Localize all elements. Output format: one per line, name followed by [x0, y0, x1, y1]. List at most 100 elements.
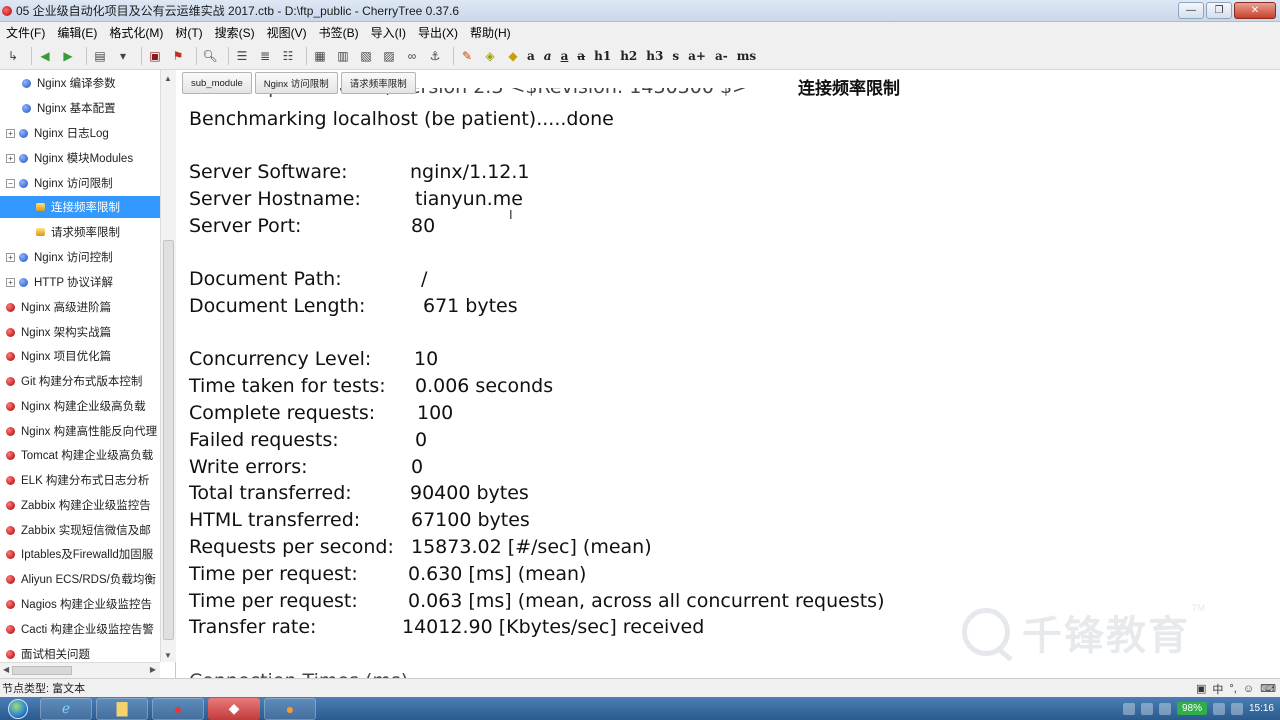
tree-node-zabbix-monitor[interactable]: Zabbix 构建企业级监控告 [0, 494, 160, 516]
tree-node-elk[interactable]: ELK 构建分布式日志分析 [0, 469, 160, 491]
scroll-down-icon[interactable]: ▼ [164, 651, 172, 660]
format-bold-color-icon[interactable]: ✎ [458, 47, 476, 65]
go-back-icon[interactable]: ◀ [36, 47, 54, 65]
tree-node-nginx-access-control[interactable]: + Nginx 访问控制 [0, 246, 160, 268]
insert-link-icon[interactable]: ∞ [403, 47, 421, 65]
tree-node-nginx-architecture[interactable]: Nginx 架构实战篇 [0, 321, 160, 343]
tree-node-http-protocol[interactable]: + HTTP 协议详解 [0, 271, 160, 293]
close-button[interactable]: ✕ [1234, 2, 1276, 19]
save-icon[interactable]: ▣ [146, 47, 164, 65]
start-button[interactable] [0, 697, 36, 720]
bulleted-list-icon[interactable]: ☰ [233, 47, 251, 65]
breadcrumb-item[interactable]: sub_module [182, 72, 252, 94]
find-icon[interactable]: 🔍︎ [201, 47, 219, 65]
tree-node-nginx-modules[interactable]: + Nginx 模块Modules [0, 147, 160, 169]
tree-node-req-rate-limit[interactable]: 请求频率限制 [0, 221, 160, 243]
expand-icon[interactable]: + [6, 277, 15, 287]
taskbar-explorer[interactable]: ▇ [96, 697, 148, 720]
network-icon[interactable] [1158, 702, 1171, 715]
scroll-left-icon[interactable]: ◀ [3, 665, 9, 674]
foreground-color-icon[interactable]: ◈ [481, 47, 499, 65]
expand-icon[interactable]: + [6, 252, 15, 262]
small-text-icon[interactable]: s [672, 49, 679, 63]
collapse-icon[interactable]: − [6, 178, 15, 188]
minimize-button[interactable]: — [1178, 2, 1204, 19]
superscript-icon[interactable]: a+ [688, 49, 706, 63]
tree-node-aliyun[interactable]: Aliyun ECS/RDS/负载均衡 [0, 568, 160, 590]
tree-node-nginx-optimization[interactable]: Nginx 项目优化篇 [0, 345, 160, 367]
heading3-icon[interactable]: h3 [646, 49, 663, 63]
maximize-button[interactable]: ❐ [1206, 2, 1232, 19]
menu-view[interactable]: 视图(V) [261, 24, 313, 41]
menu-format[interactable]: 格式化(M) [103, 24, 169, 41]
taskbar-active-app[interactable]: ◆ [208, 697, 260, 720]
tree-add-icon[interactable]: ↳ [4, 47, 22, 65]
tree-node-conn-rate-limit[interactable]: 连接频率限制 [0, 196, 160, 218]
menu-file[interactable]: 文件(F) [0, 24, 51, 41]
tree-node-cacti[interactable]: Cacti 构建企业级监控告警 [0, 618, 160, 640]
tree-node-nagios[interactable]: Nagios 构建企业级监控告 [0, 593, 160, 615]
bold-icon[interactable]: a [527, 49, 535, 63]
breadcrumb-item[interactable]: 请求频率限制 [340, 72, 416, 94]
tree-node-zabbix-sms[interactable]: Zabbix 实现短信微信及邮 [0, 519, 160, 541]
tree-node-nginx-log[interactable]: + Nginx 日志Log [0, 122, 160, 144]
export-pdf-icon[interactable]: ⚑ [169, 47, 187, 65]
expand-icon[interactable]: + [6, 128, 15, 138]
tree-node-git[interactable]: Git 构建分布式版本控制 [0, 370, 160, 392]
insert-anchor-icon[interactable]: ⚓︎ [426, 47, 444, 65]
tree-node-nginx-high-load[interactable]: Nginx 构建企业级高负载 [0, 395, 160, 417]
tree-node-nginx-basic[interactable]: Nginx 基本配置 [0, 97, 160, 119]
subscript-icon[interactable]: a- [715, 49, 728, 63]
menu-help[interactable]: 帮助(H) [464, 24, 517, 41]
tree-node-iptables[interactable]: Iptables及Firewalld加固服 [0, 543, 160, 565]
menu-tree[interactable]: 树(T) [169, 24, 208, 41]
ime-punct[interactable]: °, [1229, 683, 1236, 695]
todo-list-icon[interactable]: ☷ [279, 47, 297, 65]
insert-codebox-icon[interactable]: ▧ [357, 47, 375, 65]
menu-import[interactable]: 导入(I) [365, 24, 412, 41]
flag-icon[interactable] [1212, 702, 1225, 715]
scrollbar-thumb[interactable] [12, 666, 72, 675]
scroll-right-icon[interactable]: ▶ [150, 665, 156, 674]
tree-node-nginx-advanced[interactable]: Nginx 高级进阶篇 [0, 296, 160, 318]
ime-logo-icon[interactable]: ▣ [1196, 682, 1206, 695]
battery-indicator[interactable]: 98% [1176, 702, 1207, 715]
italic-icon[interactable]: a [544, 49, 552, 63]
tree-node-nginx-reverse-proxy[interactable]: Nginx 构建高性能反向代理 [0, 420, 160, 442]
ime-mode[interactable]: 中 [1212, 681, 1223, 697]
menu-export[interactable]: 导出(X) [412, 24, 464, 41]
expand-icon[interactable]: + [6, 153, 15, 163]
breadcrumb-item[interactable]: Nginx 访问限制 [254, 72, 338, 94]
tree-vertical-scrollbar[interactable]: ▲ ▼ [160, 70, 176, 662]
monospace-icon[interactable]: ms [737, 49, 756, 63]
tree-node-nginx-compile[interactable]: Nginx 编译参数 [0, 72, 160, 94]
tree-node-nginx-access-limit[interactable]: − Nginx 访问限制 [0, 172, 160, 194]
underline-icon[interactable]: a [561, 49, 569, 63]
help-icon[interactable] [1140, 702, 1153, 715]
heading2-icon[interactable]: h2 [620, 49, 637, 63]
ime-keyboard-icon[interactable]: ⌨ [1260, 682, 1276, 695]
strikethrough-icon[interactable]: a [577, 49, 585, 63]
insert-file-icon[interactable]: ▨ [380, 47, 398, 65]
menu-bookmarks[interactable]: 书签(B) [313, 24, 365, 41]
numbered-list-icon[interactable]: ≣ [256, 47, 274, 65]
taskbar-ie[interactable]: ℯ [40, 697, 92, 720]
tray-app-icon[interactable] [1122, 702, 1135, 715]
menu-search[interactable]: 搜索(S) [209, 24, 261, 41]
scroll-up-icon[interactable]: ▲ [164, 74, 172, 83]
tree-node-tomcat[interactable]: Tomcat 构建企业级高负载 [0, 444, 160, 466]
rich-text-editor[interactable]: sub_module Nginx 访问限制 请求频率限制 连接频率限制 This… [176, 70, 1280, 678]
menu-edit[interactable]: 编辑(E) [51, 24, 103, 41]
clock[interactable]: 15:16 [1249, 703, 1274, 714]
ime-emoji-icon[interactable]: ☺ [1243, 683, 1254, 695]
editor-vertical-scrollbar[interactable] [1270, 70, 1280, 678]
taskbar-firefox[interactable]: ● [264, 697, 316, 720]
tree-horizontal-scrollbar[interactable]: ◀ ▶ [0, 662, 160, 678]
background-color-icon[interactable]: ◆ [504, 47, 522, 65]
go-forward-icon[interactable]: ▶ [59, 47, 77, 65]
dropdown-arrow-icon[interactable]: ▾ [114, 47, 132, 65]
insert-table-icon[interactable]: ▥ [334, 47, 352, 65]
volume-icon[interactable] [1230, 702, 1243, 715]
node-list-icon[interactable]: ▤ [91, 47, 109, 65]
heading1-icon[interactable]: h1 [594, 49, 611, 63]
